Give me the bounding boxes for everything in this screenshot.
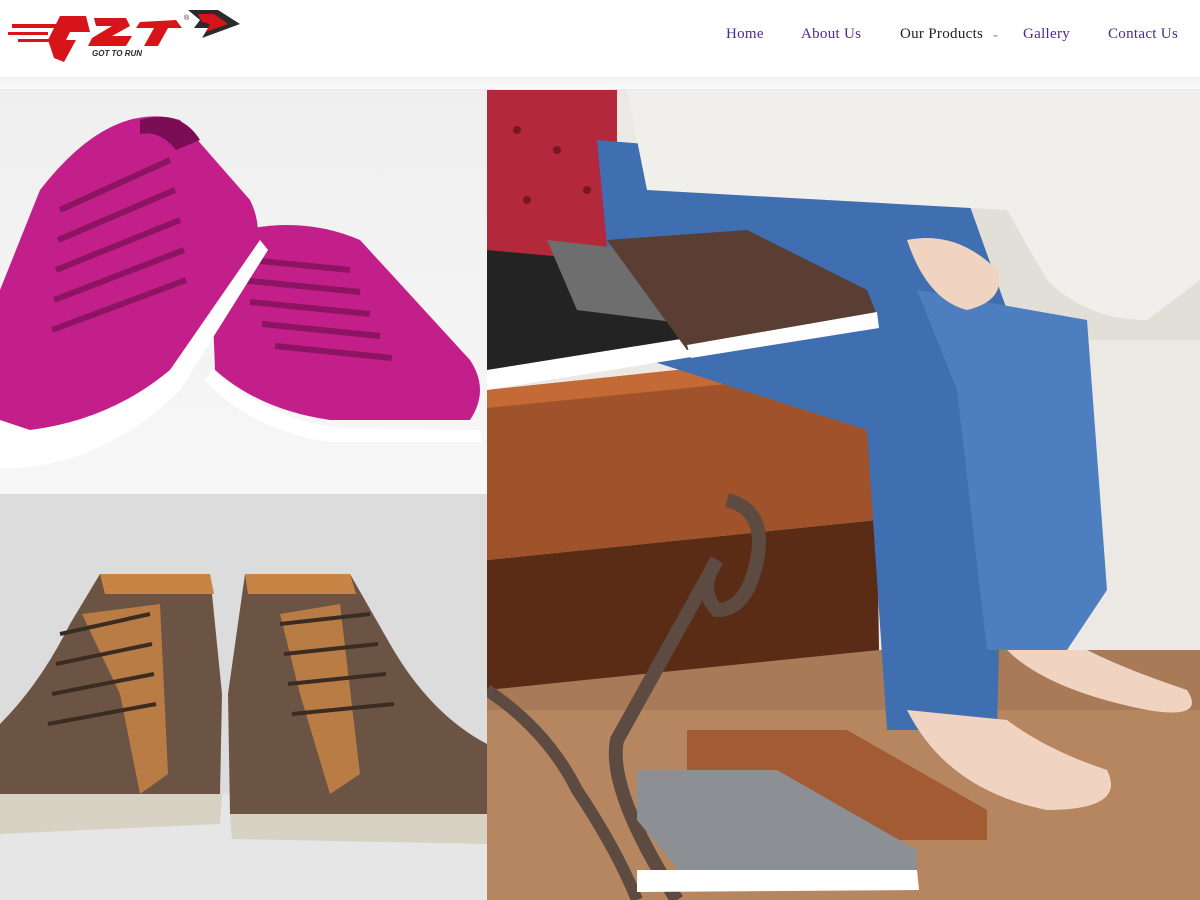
header-divider — [0, 78, 1200, 90]
brown-boots-image — [0, 494, 487, 900]
nav-gallery[interactable]: Gallery — [1023, 26, 1070, 43]
main-nav: Home About Us Our Products ⌄ Gallery Cont… — [0, 24, 1200, 48]
hero-gallery — [0, 90, 1200, 900]
pink-sneakers-image — [0, 90, 487, 494]
nav-our-products-label: Our Products — [900, 26, 984, 42]
nav-about-us[interactable]: About Us — [801, 26, 861, 43]
shoe-store-image — [487, 90, 1200, 900]
chevron-down-icon[interactable]: ⌄ — [991, 29, 1000, 40]
logo-tagline: GOT TO RUN — [92, 49, 142, 58]
nav-contact-us[interactable]: Contact Us — [1108, 26, 1178, 43]
registered-mark: ® — [184, 14, 190, 22]
nav-our-products[interactable]: Our Products ⌄ — [900, 26, 1000, 43]
nav-home[interactable]: Home — [726, 26, 764, 43]
site-header: ® GOT TO RUN Home About Us Our Products ⌄… — [0, 0, 1200, 78]
